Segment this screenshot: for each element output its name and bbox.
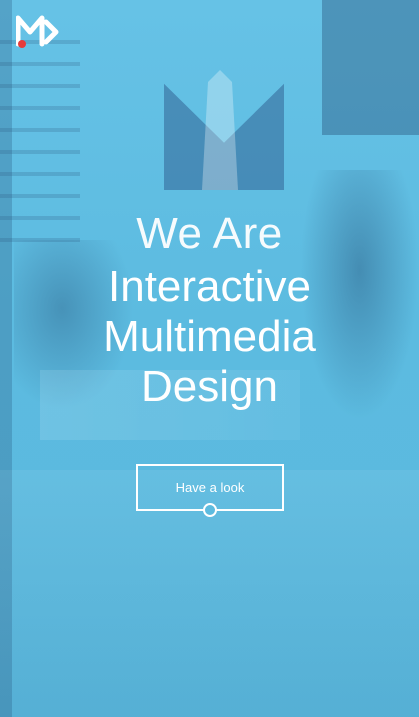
md-logo-icon[interactable] xyxy=(15,14,62,50)
headline-line-3: Design xyxy=(141,362,278,411)
headline-line-2: Multimedia xyxy=(103,312,316,361)
headline-we-are: We Are xyxy=(136,209,283,258)
circle-knob-icon xyxy=(203,503,217,517)
have-a-look-label: Have a look xyxy=(175,480,245,495)
hero-headline: We Are Interactive Multimedia Design xyxy=(0,206,419,412)
headline-line-1: Interactive xyxy=(108,262,311,311)
background-poster xyxy=(322,0,419,135)
